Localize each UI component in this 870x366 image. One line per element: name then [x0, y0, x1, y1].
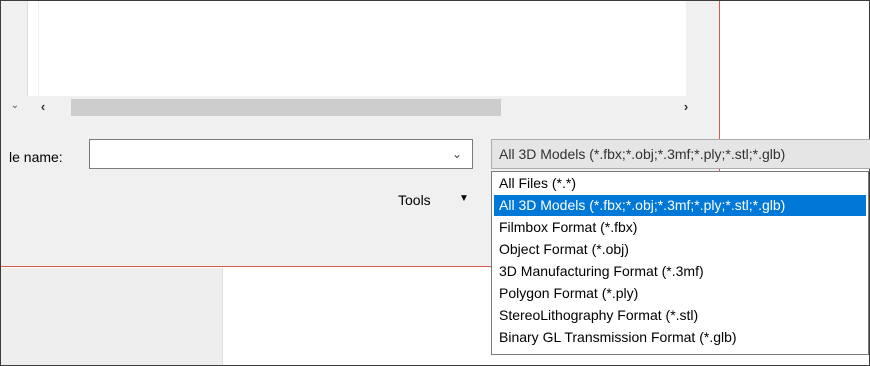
- chevron-down-icon[interactable]: ⌄: [8, 99, 22, 113]
- file-type-dropdown-list[interactable]: All Files (*.*) All 3D Models (*.fbx;*.o…: [491, 171, 869, 355]
- file-type-selected-value: All 3D Models (*.fbx;*.obj;*.3mf;*.ply;*…: [499, 146, 786, 162]
- background-panel: [1, 268, 223, 365]
- file-list-pane[interactable]: [27, 1, 686, 96]
- scroll-left-arrow-icon[interactable]: ‹: [35, 99, 51, 115]
- scroll-right-arrow-icon[interactable]: ›: [678, 99, 694, 115]
- file-type-option[interactable]: All Files (*.*): [494, 173, 866, 194]
- file-type-option[interactable]: 3D Manufacturing Format (*.3mf): [494, 261, 866, 282]
- file-type-option[interactable]: All 3D Models (*.fbx;*.obj;*.3mf;*.ply;*…: [494, 195, 866, 216]
- horizontal-scrollbar[interactable]: ‹ ›: [27, 96, 695, 118]
- file-type-option[interactable]: Object Format (*.obj): [494, 239, 866, 260]
- file-type-option[interactable]: Polygon Format (*.ply): [494, 283, 866, 304]
- chevron-down-icon[interactable]: ⌄: [452, 145, 464, 163]
- file-type-select[interactable]: All 3D Models (*.fbx;*.obj;*.3mf;*.ply;*…: [491, 139, 870, 169]
- file-name-input[interactable]: [94, 144, 448, 166]
- file-type-option[interactable]: StereoLithography Format (*.stl): [494, 305, 866, 326]
- file-type-option[interactable]: Filmbox Format (*.fbx): [494, 217, 866, 238]
- tools-button[interactable]: Tools: [398, 192, 431, 208]
- caret-down-icon[interactable]: ▼: [459, 193, 469, 204]
- file-type-option[interactable]: Binary GL Transmission Format (*.glb): [494, 327, 866, 348]
- scrollbar-thumb[interactable]: [71, 99, 501, 116]
- file-name-combobox[interactable]: ⌄: [89, 139, 473, 169]
- file-name-label: le name:: [9, 149, 63, 165]
